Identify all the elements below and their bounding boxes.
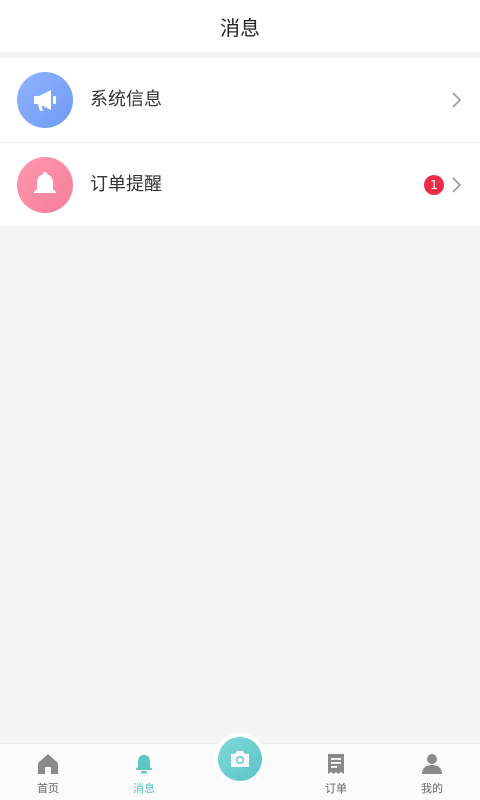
tab-label: 消息 (133, 782, 155, 795)
order-document-icon (328, 754, 344, 774)
home-icon (38, 754, 58, 774)
tab-orders[interactable]: 订单 (288, 744, 384, 800)
tab-home[interactable]: 首页 (0, 744, 96, 800)
message-item-label: 订单提醒 (90, 174, 162, 195)
message-item-order[interactable]: 订单提醒 1 (0, 142, 480, 226)
message-item-system[interactable]: 系统信息 (0, 58, 480, 142)
megaphone-icon (34, 90, 56, 111)
person-icon (422, 754, 442, 774)
system-info-avatar (17, 72, 73, 128)
unread-count-badge: 1 (424, 175, 444, 195)
app-root: 消息 系统信息 订单提醒 1 首页 消息 订单 我的 (0, 0, 480, 800)
camera-button[interactable] (218, 737, 262, 781)
tab-label: 订单 (325, 782, 347, 795)
bell-icon (136, 755, 152, 774)
top-bar: 消息 (0, 0, 480, 52)
chevron-right-icon (452, 177, 462, 193)
page-title: 消息 (220, 15, 260, 40)
message-list: 系统信息 订单提醒 1 (0, 58, 480, 226)
message-item-label: 系统信息 (90, 89, 162, 110)
order-reminder-avatar (17, 157, 73, 213)
tab-label: 我的 (421, 782, 443, 795)
tab-profile[interactable]: 我的 (384, 744, 480, 800)
tab-messages[interactable]: 消息 (96, 744, 192, 800)
chevron-right-icon (452, 92, 462, 108)
camera-icon (231, 751, 249, 767)
bell-icon (34, 172, 56, 193)
tab-label: 首页 (37, 782, 59, 795)
